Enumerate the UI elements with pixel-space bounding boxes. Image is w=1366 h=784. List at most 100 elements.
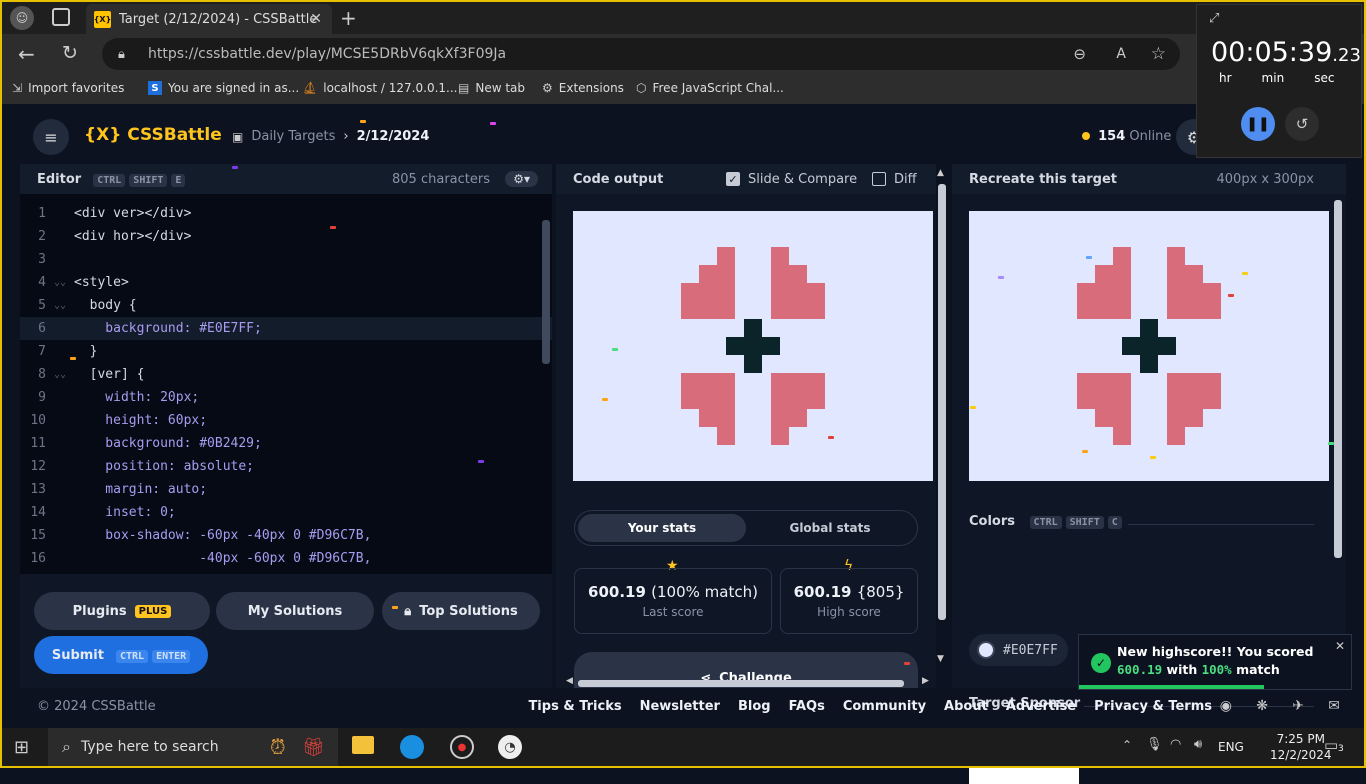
confetti-piece: [970, 406, 976, 409]
close-icon[interactable]: ✕: [1335, 639, 1345, 653]
code-line[interactable]: 1 <div ver></div>: [20, 202, 552, 225]
browser-tab-bar: ☺ {X} Target (2/12/2024) - CSSBattle ✕ +: [2, 2, 1364, 34]
recorder-icon[interactable]: ●: [450, 735, 474, 759]
editor-scrollbar[interactable]: [542, 220, 550, 364]
code-text: background: #0B2429;: [74, 436, 262, 451]
code-line[interactable]: 4 ⌄⌄ <style>: [20, 271, 552, 294]
system-clock[interactable]: 7:25 PM 12/2/2024: [1270, 731, 1332, 763]
breadcrumb: ▣ Daily Targets › 2/12/2024: [232, 129, 429, 144]
diff-checkbox[interactable]: [872, 172, 886, 186]
favorite-js-challenge[interactable]: ⬡ Free JavaScript Chal...: [636, 81, 784, 95]
pause-icon[interactable]: ❚❚: [1241, 107, 1275, 141]
volume-icon[interactable]: 🔊︎: [1194, 737, 1202, 752]
scroll-up-icon[interactable]: ▲: [937, 168, 944, 178]
slide-compare-toggle[interactable]: ✓ Slide & Compare: [726, 172, 857, 187]
output-vertical-scrollbar[interactable]: [938, 184, 946, 620]
target-vertical-scrollbar[interactable]: [1334, 200, 1342, 558]
favorite-star-icon[interactable]: ☆: [1151, 44, 1166, 64]
horizontal-scrollbar[interactable]: [578, 680, 904, 687]
code-line[interactable]: 15 box-shadow: -60px -40px 0 #D96C7B,: [20, 524, 552, 547]
editor-title: Editor: [37, 171, 82, 187]
code-line[interactable]: 10 height: 60px;: [20, 409, 552, 432]
fold-chevron-icon[interactable]: ⌄⌄: [50, 300, 74, 311]
favorite-import[interactable]: ⇲ Import favorites: [12, 81, 124, 95]
taskbar-search[interactable]: ⌕ Type here to search ⏰︎ 🎁︎: [48, 728, 338, 766]
code-line[interactable]: 6 background: #E0E7FF;: [20, 317, 552, 340]
art-pink-block: [1167, 373, 1203, 391]
code-line[interactable]: 2 <div hor></div>: [20, 225, 552, 248]
color-chip-bg[interactable]: #E0E7FF: [969, 634, 1068, 666]
code-line[interactable]: 13 margin: auto;: [20, 478, 552, 501]
footer-link[interactable]: Newsletter: [640, 699, 720, 714]
language-indicator[interactable]: ENG: [1218, 740, 1244, 754]
edge-browser-icon[interactable]: [400, 735, 424, 759]
footer-link[interactable]: FAQs: [789, 699, 825, 714]
twitter-icon[interactable]: ✈: [1292, 698, 1304, 714]
favorite-extensions[interactable]: ⚙ Extensions: [542, 81, 624, 95]
code-line[interactable]: 11 background: #0B2429;: [20, 432, 552, 455]
back-arrow-icon[interactable]: ←: [18, 42, 35, 66]
scroll-right-icon[interactable]: ▶: [922, 676, 929, 686]
my-solutions-button[interactable]: My Solutions: [216, 592, 374, 630]
code-line[interactable]: 3: [20, 248, 552, 271]
url-bar[interactable]: 🔒︎ https://cssbattle.dev/play/MCSE5DRbV6…: [102, 38, 1180, 70]
code-line[interactable]: 16 -40px -60px 0 #D96C7B,: [20, 547, 552, 570]
fold-chevron-icon[interactable]: ⌄⌄: [50, 277, 74, 288]
code-editor[interactable]: 1 <div ver></div> 2 <div hor></div> 3 4 ⌄⌄ <sty…: [20, 194, 552, 574]
target-image[interactable]: [969, 211, 1329, 481]
submit-button[interactable]: Submit CTRL ENTER: [34, 636, 208, 674]
footer-link[interactable]: Blog: [738, 699, 771, 714]
plugins-button[interactable]: Plugins PLUS: [34, 592, 210, 630]
scroll-down-icon[interactable]: ▼: [937, 654, 944, 664]
footer-link[interactable]: Tips & Tricks: [528, 699, 621, 714]
tab-your-stats[interactable]: Your stats: [578, 514, 746, 542]
tab-active[interactable]: {X} Target (2/12/2024) - CSSBattle ✕: [86, 4, 332, 34]
footer-link[interactable]: Advertise: [1006, 699, 1076, 714]
diff-toggle[interactable]: Diff: [872, 172, 917, 187]
code-line[interactable]: 5 ⌄⌄ body {: [20, 294, 552, 317]
bluesky-icon[interactable]: ❋: [1256, 698, 1268, 714]
code-line[interactable]: 9 width: 20px;: [20, 386, 552, 409]
editor-settings-button[interactable]: ⚙▾: [505, 171, 538, 187]
line-number: 10: [30, 413, 46, 428]
cssbattle-logo[interactable]: {X} CSSBattle: [84, 125, 222, 145]
close-tab-icon[interactable]: ✕: [310, 11, 322, 27]
discord-icon[interactable]: ◉: [1220, 698, 1232, 714]
color-swatch: [977, 641, 995, 659]
file-explorer-icon[interactable]: [352, 736, 374, 754]
favorite-localhost[interactable]: ⛵︎ localhost / 127.0.0.1...: [302, 81, 457, 95]
crumb-daily-targets[interactable]: Daily Targets: [251, 129, 335, 144]
fold-chevron-icon[interactable]: ⌄⌄: [50, 369, 74, 380]
notifications-icon[interactable]: ▭: [1324, 736, 1338, 754]
footer-link[interactable]: About: [944, 699, 988, 714]
refresh-icon[interactable]: ↻: [62, 42, 78, 64]
new-tab-icon[interactable]: +: [340, 6, 357, 30]
mail-icon[interactable]: ✉: [1328, 698, 1340, 714]
read-aloud-icon[interactable]: A: [1116, 46, 1126, 62]
favorite-signed-in[interactable]: S You are signed in as...: [148, 81, 299, 95]
tab-actions-icon[interactable]: [52, 8, 70, 26]
profile-avatar[interactable]: ☺: [10, 6, 34, 30]
last-score-match: (100% match): [651, 583, 758, 601]
expand-icon[interactable]: ⤢: [1209, 11, 1219, 26]
chevron-up-icon[interactable]: ⌃: [1122, 738, 1132, 752]
code-line[interactable]: 14 inset: 0;: [20, 501, 552, 524]
reset-icon[interactable]: ↺: [1285, 107, 1319, 141]
code-line[interactable]: 12 position: absolute;: [20, 455, 552, 478]
favorite-new-tab[interactable]: ▤ New tab: [458, 81, 525, 95]
wifi-icon[interactable]: ◠: [1170, 737, 1181, 752]
code-line[interactable]: 8 ⌄⌄ [ver] {: [20, 363, 552, 386]
clock-app-icon[interactable]: ◔: [498, 735, 522, 759]
scroll-left-icon[interactable]: ◀: [566, 676, 573, 686]
zoom-icon[interactable]: ⊖: [1073, 45, 1086, 63]
footer-link[interactable]: Community: [843, 699, 926, 714]
microphone-icon[interactable]: 🎙︎: [1146, 737, 1163, 752]
top-solutions-button[interactable]: 🔒︎ Top Solutions: [382, 592, 540, 630]
windows-start-icon[interactable]: ⊞: [14, 737, 29, 758]
footer-link[interactable]: Privacy & Terms: [1094, 699, 1212, 714]
tab-global-stats[interactable]: Global stats: [746, 514, 914, 542]
hamburger-menu-icon[interactable]: ≡: [33, 119, 69, 155]
slide-compare-checkbox[interactable]: ✓: [726, 172, 740, 186]
code-output-canvas[interactable]: [573, 211, 933, 481]
code-line[interactable]: 7 }: [20, 340, 552, 363]
